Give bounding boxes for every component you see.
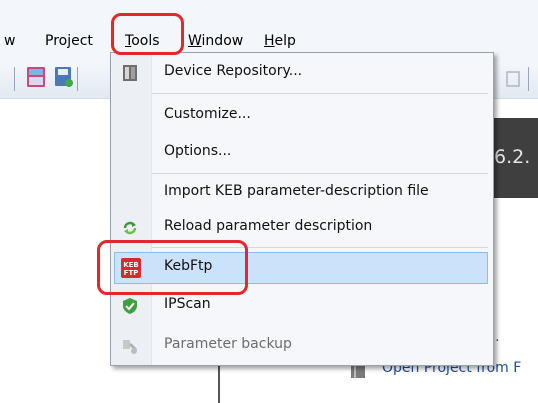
menu-item-label: Parameter backup (164, 336, 292, 352)
menu-item-label: Customize... (164, 106, 251, 122)
menu-item-import-keb-parameter-file[interactable]: Import KEB parameter-description file (114, 178, 490, 208)
menu-accelerator: H (264, 33, 275, 49)
menu-item-reload-parameter-description[interactable]: Reload parameter description (114, 213, 490, 243)
ipscan-shield-icon (121, 297, 139, 315)
menu-item-options[interactable]: Options... (114, 138, 490, 168)
menu-item-device-repository[interactable]: Device Repository... (114, 58, 490, 88)
menu-separator (152, 93, 488, 94)
menu-view[interactable]: w (4, 33, 15, 49)
menu-accelerator: W (188, 33, 202, 49)
menu-separator (152, 173, 488, 174)
menu-project[interactable]: Project (45, 33, 93, 49)
save-toolbar-icon[interactable] (54, 66, 74, 88)
menu-item-parameter-backup[interactable]: Parameter backup (114, 331, 490, 361)
left-panel (0, 99, 110, 403)
menu-item-customize[interactable]: Customize... (114, 101, 490, 131)
menu-item-label: IPScan (164, 296, 211, 312)
annotation-highlight-tools (111, 13, 184, 55)
device-repository-icon (121, 64, 139, 82)
open-project-icon (350, 364, 366, 380)
menu-item-label: Device Repository... (164, 63, 303, 79)
menu-help[interactable]: Help (264, 33, 296, 49)
toolbar-separator (77, 67, 78, 91)
menu-window[interactable]: Window (188, 33, 243, 49)
menu-item-label: Options... (164, 143, 232, 159)
reload-icon (121, 219, 139, 237)
parameter-backup-icon (121, 337, 139, 355)
version-label: 6.2. (494, 146, 531, 168)
menu-item-label: Import KEB parameter-description file (164, 183, 429, 199)
menu-item-ipscan[interactable]: IPScan (114, 291, 490, 321)
grayed-toolbar-icon (505, 70, 521, 88)
menu-item-label: Reload parameter description (164, 218, 373, 234)
keb-toolbar-icon[interactable] (26, 66, 46, 88)
annotation-highlight-kebftp (97, 240, 248, 295)
toolbar-separator (14, 67, 15, 91)
toolbar-separator (528, 67, 529, 91)
